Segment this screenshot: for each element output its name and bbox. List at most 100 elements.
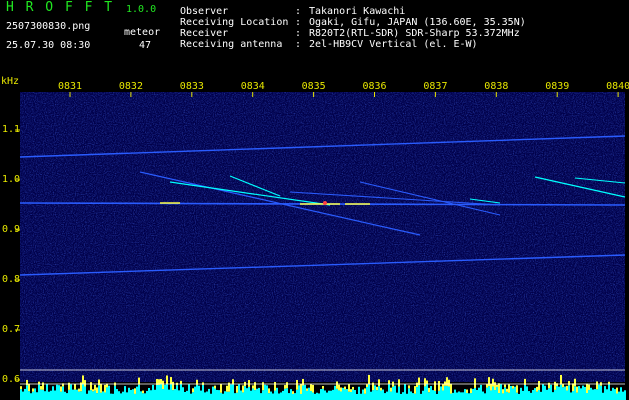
level-bar [48, 391, 50, 400]
level-bar [314, 393, 316, 400]
level-peak [506, 388, 508, 392]
level-bar [212, 386, 214, 400]
info-key: Observer [180, 6, 229, 17]
level-peak [414, 386, 416, 394]
level-bar [612, 387, 614, 400]
time-label: 0835 [301, 81, 326, 92]
freq-label: 0.6 [2, 374, 21, 385]
info-value: 2el-HB9CV Vertical (el. E-W) [309, 39, 478, 50]
level-bar [454, 389, 456, 400]
level-bar [614, 389, 616, 400]
level-peak [508, 384, 510, 393]
level-peak [446, 377, 448, 386]
time-label: 0831 [58, 81, 83, 92]
time-label: 0839 [545, 81, 570, 92]
level-bar [426, 384, 428, 400]
time-label: 0838 [484, 81, 509, 92]
level-bar [592, 389, 594, 400]
level-bar [430, 386, 432, 400]
level-bar [258, 387, 260, 400]
level-peak [100, 383, 102, 393]
level-bar [576, 392, 578, 400]
level-bar [368, 384, 370, 400]
level-bar [536, 391, 538, 400]
level-bar [362, 389, 364, 400]
level-bar [526, 386, 528, 400]
level-bar [256, 388, 258, 400]
level-bar [120, 393, 122, 400]
level-peak [192, 388, 194, 393]
level-bar [552, 392, 554, 400]
level-bar [556, 386, 558, 400]
level-bar [470, 393, 472, 400]
level-bar [364, 393, 366, 400]
level-bar [288, 393, 290, 400]
level-bar [206, 391, 208, 400]
level-bar [334, 385, 336, 400]
level-bar [360, 393, 362, 400]
level-bar [150, 390, 152, 400]
level-bar [112, 393, 114, 400]
level-peak [408, 385, 410, 389]
level-bar [620, 387, 622, 400]
level-bar [74, 389, 76, 400]
file-datetime: 25.07.30 08:30 [6, 40, 91, 51]
level-bar [320, 389, 322, 400]
level-bar [462, 392, 464, 400]
level-peak [538, 380, 540, 390]
level-bar [130, 389, 132, 400]
meteor-count: 47 [139, 40, 152, 51]
level-bar [480, 384, 482, 400]
level-bar [232, 384, 234, 400]
level-bar [540, 391, 542, 400]
level-bar [294, 393, 296, 400]
level-bar [292, 393, 294, 400]
level-peak [512, 385, 514, 389]
level-bar [464, 389, 466, 400]
level-bar [538, 389, 540, 400]
level-bar [272, 393, 274, 400]
info-key: Receiving Location [180, 17, 289, 28]
level-bar [36, 392, 38, 400]
level-bar [204, 392, 206, 400]
level-bar [622, 391, 624, 400]
level-bar [330, 390, 332, 400]
level-bar [546, 389, 548, 400]
level-bar [94, 390, 96, 400]
level-bar [280, 392, 282, 400]
level-peak [220, 383, 222, 393]
level-peak [252, 385, 254, 389]
level-bar [524, 384, 526, 400]
level-peak [254, 382, 256, 391]
level-bar [156, 385, 158, 400]
level-bar [560, 384, 562, 400]
level-bar [580, 388, 582, 400]
level-bar [80, 391, 82, 400]
level-bar [278, 393, 280, 400]
level-peak [428, 387, 430, 393]
level-bar [606, 389, 608, 400]
info-colon: : [295, 28, 302, 39]
level-bar [240, 390, 242, 400]
level-bar [484, 393, 486, 400]
level-bar [396, 392, 398, 400]
level-bar [246, 388, 248, 400]
level-bar [122, 391, 124, 400]
level-peak [28, 383, 30, 392]
level-bar [30, 393, 32, 400]
level-bar [52, 386, 54, 400]
level-bar [208, 388, 210, 400]
level-bar [214, 388, 216, 400]
level-bar [424, 386, 426, 400]
level-bar [266, 385, 268, 400]
level-bar [192, 392, 194, 400]
level-bar [274, 390, 276, 400]
level-bar [244, 386, 246, 400]
level-bar [110, 393, 112, 400]
level-bar [318, 393, 320, 400]
level-bar [202, 385, 204, 400]
level-peak [566, 385, 568, 391]
level-bar [594, 389, 596, 400]
level-peak [166, 375, 168, 385]
level-bar [282, 390, 284, 400]
